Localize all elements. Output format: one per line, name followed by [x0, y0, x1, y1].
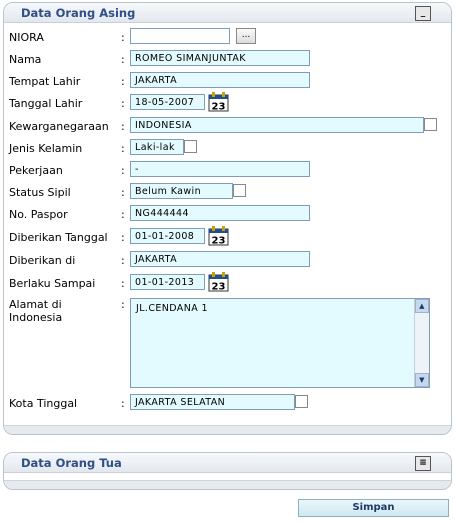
panel-header: Data Orang Asing _ — [4, 3, 451, 23]
jenis-kelamin-dropdown-button[interactable] — [184, 140, 197, 153]
pekerjaan-field[interactable]: - — [130, 161, 310, 177]
scroll-down-icon[interactable]: ▼ — [415, 373, 429, 387]
alamat-text: JL.CENDANA 1 — [136, 303, 208, 314]
label-niora: NIORA — [9, 31, 44, 44]
label-tanggal-lahir: Tanggal Lahir — [9, 97, 83, 110]
colon: : — [121, 53, 125, 66]
label-alamat-line2: Indonesia — [9, 311, 63, 324]
kewarganegaraan-dropdown-button[interactable] — [424, 118, 437, 131]
label-nama: Nama — [9, 53, 42, 66]
colon: : — [121, 75, 125, 88]
colon: : — [121, 164, 125, 177]
label-tempat-lahir: Tempat Lahir — [9, 75, 81, 88]
status-sipil-select[interactable]: Belum Kawin — [130, 183, 233, 199]
panel-footer — [4, 425, 451, 434]
kewarganegaraan-select[interactable]: INDONESIA — [130, 117, 424, 133]
colon: : — [121, 186, 125, 199]
colon: : — [121, 298, 125, 311]
niora-input[interactable] — [130, 28, 230, 44]
expand-button[interactable]: ≡ — [415, 456, 431, 471]
label-jenis-kelamin: Jenis Kelamin — [9, 142, 83, 155]
no-paspor-field[interactable]: NG444444 — [130, 205, 310, 221]
label-pekerjaan: Pekerjaan — [9, 164, 63, 177]
status-sipil-dropdown-button[interactable] — [233, 184, 246, 197]
collapse-button[interactable]: _ — [415, 6, 431, 21]
tempat-lahir-field[interactable]: JAKARTA — [130, 72, 310, 88]
label-alamat-line1: Alamat di — [9, 298, 62, 311]
kota-tinggal-select[interactable]: JAKARTA SELATAN — [130, 394, 295, 410]
label-kota-tinggal: Kota Tinggal — [9, 397, 78, 410]
calendar-icon[interactable]: 23 — [208, 226, 230, 246]
colon: : — [121, 142, 125, 155]
label-no-paspor: No. Paspor — [9, 208, 68, 221]
nama-field[interactable]: ROMEO SIMANJUNTAK — [130, 50, 310, 66]
colon: : — [121, 31, 125, 44]
niora-lookup-button[interactable]: ... — [236, 28, 256, 44]
colon: : — [121, 120, 125, 133]
calendar-icon[interactable]: 23 — [208, 272, 230, 292]
svg-text:23: 23 — [212, 102, 226, 113]
panel-data-orang-tua: Data Orang Tua ≡ — [3, 452, 452, 490]
colon: : — [121, 208, 125, 221]
alamat-textarea[interactable]: JL.CENDANA 1 ▲ ▼ — [130, 298, 430, 388]
svg-text:23: 23 — [212, 282, 226, 293]
diberikan-tanggal-field[interactable]: 01-01-2008 — [130, 228, 205, 244]
colon: : — [121, 397, 125, 410]
label-status-sipil: Status Sipil — [9, 186, 71, 199]
colon: : — [121, 97, 125, 110]
tanggal-lahir-field[interactable]: 18-05-2007 — [130, 94, 205, 110]
panel-footer — [4, 480, 451, 489]
calendar-icon[interactable]: 23 — [208, 92, 230, 112]
jenis-kelamin-select[interactable]: Laki-lak — [130, 139, 184, 155]
diberikan-di-field[interactable]: JAKARTA — [130, 251, 310, 267]
panel-title: Data Orang Tua — [21, 456, 122, 470]
scroll-up-icon[interactable]: ▲ — [415, 299, 429, 313]
label-berlaku-sampai: Berlaku Sampai — [9, 277, 96, 290]
colon: : — [121, 231, 125, 244]
kota-tinggal-dropdown-button[interactable] — [295, 395, 308, 408]
colon: : — [121, 277, 125, 290]
panel-title: Data Orang Asing — [21, 6, 136, 20]
label-diberikan-di: Diberikan di — [9, 254, 76, 267]
save-button[interactable]: Simpan — [298, 499, 449, 517]
svg-text:23: 23 — [212, 236, 226, 247]
panel-header: Data Orang Tua ≡ — [4, 453, 451, 473]
colon: : — [121, 254, 125, 267]
berlaku-sampai-field[interactable]: 01-01-2013 — [130, 274, 205, 290]
label-kewarganegaraan: Kewarganegaraan — [9, 120, 109, 133]
label-diberikan-tanggal: Diberikan Tanggal — [9, 231, 108, 244]
alamat-scrollbar[interactable]: ▲ ▼ — [414, 299, 429, 387]
